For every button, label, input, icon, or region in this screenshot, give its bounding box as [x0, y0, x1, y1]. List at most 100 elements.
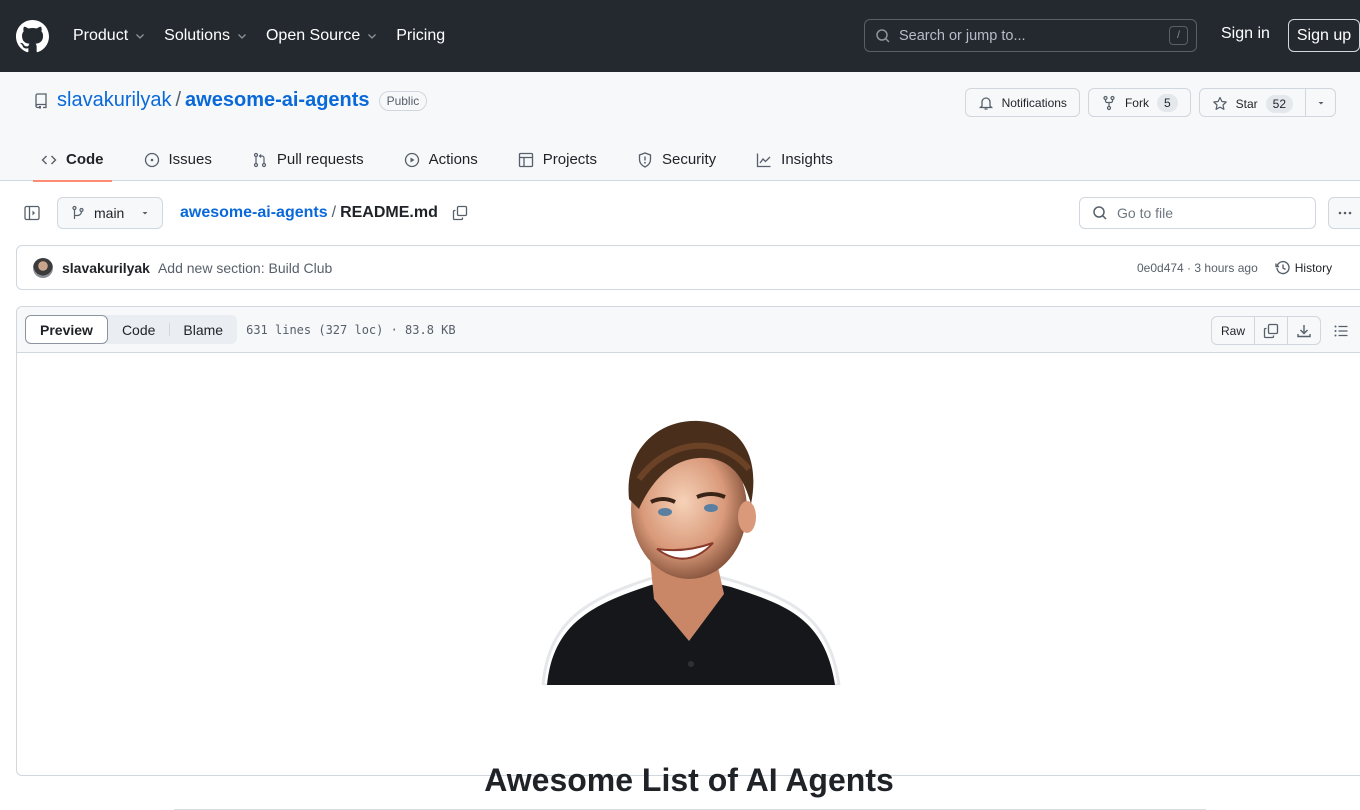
kebab-horizontal-icon [1338, 211, 1352, 215]
chevron-down-icon [238, 34, 246, 39]
branch-selector[interactable]: main [57, 197, 163, 229]
github-logo-icon[interactable] [16, 19, 49, 53]
breadcrumb: awesome-ai-agents / README.md [180, 204, 468, 222]
tab-projects-label: Projects [542, 151, 597, 168]
top-nav: Product Solutions Open Source Pricing [73, 27, 463, 45]
visibility-badge: Public [378, 90, 428, 111]
nav-open-source[interactable]: Open Source [266, 27, 378, 45]
global-header: Product Solutions Open Source Pricing Se… [0, 0, 1360, 72]
search-icon [876, 28, 890, 43]
repo-icon [35, 92, 47, 109]
chevron-down-icon [368, 34, 377, 39]
view-code-button[interactable]: Code [108, 315, 169, 344]
fork-label: Fork [1124, 95, 1149, 110]
caret-down-icon [142, 212, 148, 215]
view-mode-switch: Preview Code Blame [25, 315, 238, 344]
search-shortcut-key: / [1169, 26, 1188, 45]
code-icon [41, 155, 57, 164]
repo-actions: Notifications Fork 5 Star 52 [957, 88, 1336, 117]
star-button-group: Star 52 [1198, 88, 1336, 118]
tab-insights[interactable]: Insights [748, 138, 841, 181]
author-avatar[interactable] [33, 257, 53, 278]
notifications-button[interactable]: Notifications [964, 88, 1080, 117]
file-tools: Raw [1211, 316, 1349, 345]
tab-issues[interactable]: Issues [136, 138, 220, 181]
commit-message[interactable]: Add new section: Build Club [158, 260, 332, 276]
bell-icon [978, 96, 993, 110]
star-label: Star [1235, 96, 1258, 111]
nav-pricing[interactable]: Pricing [396, 27, 445, 45]
copy-path-icon[interactable] [452, 205, 468, 221]
tab-pull-requests-label: Pull requests [276, 151, 364, 168]
tab-issues-label: Issues [168, 151, 212, 168]
breadcrumb-file-name: README.md [340, 204, 438, 221]
download-button[interactable] [1287, 317, 1320, 344]
copy-raw-button[interactable] [1254, 317, 1287, 344]
repo-tabs: Code Issues Pull requests Actions Projec… [33, 138, 865, 182]
more-options-button[interactable] [1328, 197, 1360, 229]
repo-title: slavakurilyak / awesome-ai-agents Public [33, 89, 428, 112]
star-lists-dropdown[interactable] [1305, 89, 1335, 116]
issue-icon [144, 152, 159, 167]
pull-request-icon [253, 152, 266, 167]
tab-insights-label: Insights [781, 151, 833, 168]
tab-pull-requests[interactable]: Pull requests [244, 138, 372, 181]
raw-button[interactable]: Raw [1212, 317, 1254, 344]
star-button[interactable]: Star 52 [1200, 89, 1305, 118]
commit-sha-time[interactable]: 0e0d474 · 3 hours ago [1137, 261, 1258, 275]
download-icon [1297, 324, 1311, 337]
readme-title: Awesome List of AI Agents [484, 762, 894, 798]
table-icon [518, 152, 533, 167]
search-icon [1093, 206, 1107, 220]
fork-button[interactable]: Fork 5 [1087, 88, 1191, 117]
tab-security[interactable]: Security [629, 138, 724, 181]
sign-in-link[interactable]: Sign in [1221, 25, 1270, 43]
file-header: Preview Code Blame 631 lines (327 loc) ·… [17, 307, 1360, 353]
history-button[interactable]: History [1275, 260, 1332, 276]
graph-icon [757, 153, 771, 167]
repo-separator: / [175, 89, 182, 111]
play-icon [404, 152, 419, 167]
commit-author[interactable]: slavakurilyak [62, 260, 150, 276]
caret-down-icon [1318, 101, 1323, 104]
breadcrumb-separator: / [331, 204, 337, 221]
shield-icon [638, 151, 652, 168]
tab-actions[interactable]: Actions [396, 138, 486, 181]
star-icon [1212, 96, 1227, 110]
repo-name-link[interactable]: awesome-ai-agents [185, 89, 370, 112]
branch-name: main [94, 205, 125, 221]
file-actions-group: Raw [1211, 316, 1322, 345]
tab-actions-label: Actions [428, 151, 478, 168]
star-count: 52 [1265, 94, 1293, 113]
file-viewer: Preview Code Blame 631 lines (327 loc) ·… [16, 306, 1360, 810]
notifications-label: Notifications [1001, 95, 1067, 110]
sign-up-button[interactable]: Sign up [1288, 19, 1360, 52]
nav-open-source-label: Open Source [265, 27, 361, 44]
expand-file-tree-icon[interactable] [24, 205, 40, 221]
file-navigation-bar: main awesome-ai-agents / README.md Go to… [0, 197, 1360, 229]
nav-solutions-label: Solutions [164, 27, 230, 44]
git-branch-icon [72, 205, 84, 219]
fork-count: 5 [1156, 93, 1178, 112]
file-info: 631 lines (327 loc) · 83.8 KB [246, 322, 456, 337]
search-placeholder: Search or jump to... [899, 27, 1026, 44]
view-blame-button[interactable]: Blame [169, 315, 237, 344]
breadcrumb-repo-link[interactable]: awesome-ai-agents [180, 204, 328, 222]
view-preview-button[interactable]: Preview [25, 315, 108, 344]
nav-solutions[interactable]: Solutions [164, 27, 248, 45]
go-to-file-input[interactable]: Go to file [1079, 197, 1316, 229]
fork-icon [1103, 95, 1115, 110]
nav-pricing-label: Pricing [396, 27, 446, 44]
readme-portrait-image [541, 420, 841, 685]
latest-commit-bar: slavakurilyak Add new section: Build Clu… [16, 245, 1360, 290]
tab-projects[interactable]: Projects [510, 138, 605, 181]
history-label: History [1294, 260, 1333, 275]
chevron-down-icon [136, 34, 145, 39]
nav-product[interactable]: Product [73, 27, 146, 45]
repo-header: slavakurilyak / awesome-ai-agents Public… [0, 72, 1360, 182]
commit-meta: 0e0d474 · 3 hours ago History [1137, 260, 1332, 276]
repo-owner-link[interactable]: slavakurilyak [57, 89, 171, 112]
tab-code[interactable]: Code [33, 138, 112, 182]
outline-list-icon[interactable] [1333, 323, 1349, 339]
global-search-input[interactable]: Search or jump to... / [864, 19, 1197, 52]
